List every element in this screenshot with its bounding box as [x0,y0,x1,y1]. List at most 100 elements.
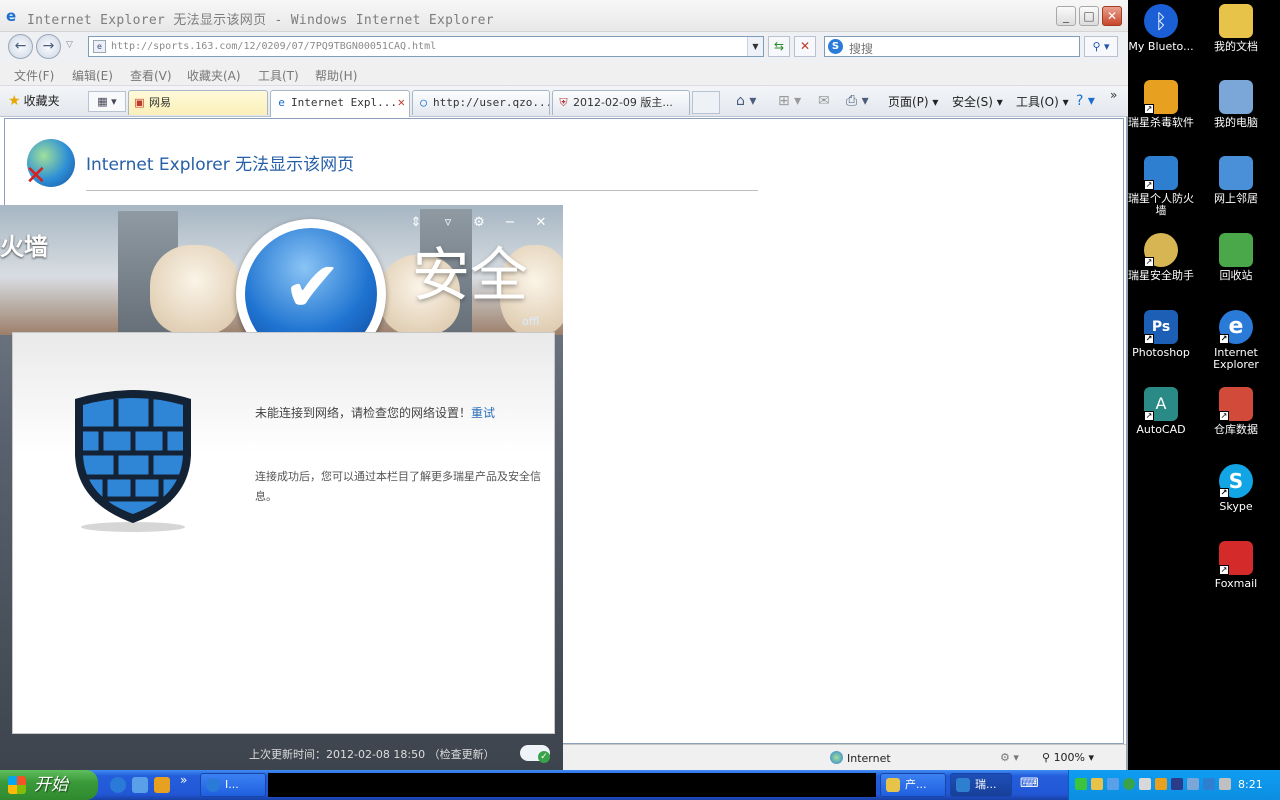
mail-icon[interactable]: ✉ [818,93,830,109]
desktop-icon-bluetooth[interactable]: ᛒ My Blueto... [1124,4,1198,53]
tray-volume-icon[interactable] [1139,778,1151,790]
quicklaunch-more-icon[interactable]: » [180,773,187,787]
minimize-icon[interactable]: − [502,215,518,231]
url-field[interactable]: e http://sports.163.com/12/0209/07/7PQ9T… [88,36,764,57]
stop-button[interactable]: ✕ [794,36,816,57]
print-icon[interactable]: ⎙ ▾ [846,93,869,109]
task-ie[interactable]: I... [200,773,266,797]
desktop-icon-my-documents[interactable]: 我的文档 [1199,4,1273,53]
icon-label: 瑞星杀毒软件 [1128,116,1194,129]
menu-tools[interactable]: 工具(T) [258,67,299,84]
network-icon [1219,156,1253,190]
page-menu[interactable]: 页面(P) ▾ [888,93,938,110]
zoom-control[interactable]: ⚲ 100% ▾ [1042,751,1094,764]
close-icon[interactable]: ✕ [533,215,549,231]
chevron-more-icon[interactable]: » [1110,88,1117,102]
shortcut-arrow-icon: ↗ [1144,411,1154,421]
tray-network-icon[interactable] [1075,778,1087,790]
favorites-label: 收藏夹 [23,94,60,108]
pin-icon[interactable]: ⇕ [408,215,424,231]
tray-rising-icon[interactable] [1155,778,1167,790]
desktop-icon-rising-firewall[interactable]: ↗ 瑞星个人防火墙 [1124,156,1198,217]
icon-label: Foxmail [1214,577,1258,590]
tray-monitor-icon[interactable] [1187,778,1199,790]
gear-icon[interactable]: ⚙ [471,215,487,231]
ie-logo-icon: e [6,7,17,25]
url-dropdown-icon[interactable]: ▼ [747,37,763,56]
tab-qzone[interactable]: ◯ http://user.qzo... [412,90,550,115]
quicklaunch-ie-icon[interactable] [110,777,126,793]
help-icon[interactable]: ? ▾ [1076,93,1095,109]
home-icon[interactable]: ⌂ ▾ [736,93,756,109]
menu-favorites[interactable]: 收藏夹(A) [187,67,241,84]
tray-shield-icon[interactable] [1171,778,1183,790]
skype-icon: S ↗ [1219,464,1253,498]
quicklaunch-rising-icon[interactable] [154,777,170,793]
firewall-brand: 防火墙 [0,233,48,261]
tray-misc-icon[interactable] [1219,778,1231,790]
folder-task-icon [886,778,900,792]
connection-tip: 连接成功后，您可以通过本栏目了解更多瑞星产品及安全信息。 [255,470,541,503]
tab-ie-error[interactable]: e Internet Expl... ✕ [270,90,410,117]
shortcut-arrow-icon: ↗ [1144,334,1154,344]
desktop-icon-rising-assistant[interactable]: ↗ 瑞星安全助手 [1124,233,1198,282]
history-dropdown-icon[interactable]: ▽ [66,40,73,50]
desktop-icon-rising-antivirus[interactable]: ↗ 瑞星杀毒软件 [1124,80,1198,129]
ie-icon: e ↗ [1219,310,1253,344]
start-button[interactable]: 开始 [0,770,98,800]
desktop-icon-network[interactable]: 网上邻居 [1199,156,1273,205]
tab-netease[interactable]: ▣ 网易 [128,90,268,115]
desktop-icon-photoshop[interactable]: Ps ↗ Photoshop [1124,310,1198,359]
check-update-link[interactable]: （检查更新） [429,748,495,761]
desktop-icon-foxmail[interactable]: ↗ Foxmail [1199,541,1273,590]
back-button[interactable]: ← [8,34,33,59]
keyboard-icon[interactable]: ⌨ [1020,776,1039,791]
task-label: I... [225,778,239,791]
favorites-button[interactable]: ★ 收藏夹 [8,92,60,109]
menu-help[interactable]: 帮助(H) [315,67,357,84]
desktop-icon-autocad[interactable]: A ↗ AutoCAD [1124,387,1198,436]
tray-qq-icon[interactable] [1091,778,1103,790]
tab-forum[interactable]: ⛨ 2012-02-09 版主... [552,90,690,115]
quicklaunch-desktop-icon[interactable] [132,777,148,793]
safety-menu[interactable]: 安全(S) ▾ [952,93,1003,110]
search-field[interactable]: S 搜搜 [824,36,1080,57]
desktop-icon-warehouse-data[interactable]: ↗ 仓库数据 [1199,387,1273,436]
desktop-icon-skype[interactable]: S ↗ Skype [1199,464,1273,513]
maximize-button[interactable]: □ [1079,6,1099,26]
shortcut-arrow-icon: ↗ [1144,180,1154,190]
close-button[interactable]: ✕ [1102,6,1122,26]
tools-menu[interactable]: 工具(O) ▾ [1016,93,1069,110]
task-product[interactable]: 产... [880,773,946,797]
search-button[interactable]: ⚲ ▾ [1084,36,1118,57]
safety-menu-label: 安全(S) [952,95,993,109]
forward-button[interactable]: → [36,34,61,59]
minimize-button[interactable]: _ [1056,6,1076,26]
shortcut-arrow-icon: ↗ [1144,257,1154,267]
tray-firewall-icon[interactable] [1203,778,1215,790]
task-label: 瑞... [975,778,997,791]
title-bar[interactable]: e Internet Explorer 无法显示该网页 - Windows In… [0,0,1128,32]
menu-file[interactable]: 文件(F) [14,67,54,84]
soso-logo-icon: S [828,39,843,54]
desktop-icon-internet-explorer[interactable]: e ↗ Internet Explorer [1199,310,1273,371]
new-tab-button[interactable] [692,91,720,114]
retry-link[interactable]: 重试 [471,406,495,420]
menu-view[interactable]: 查看(V) [130,67,172,84]
close-tab-icon[interactable]: ✕ [398,91,405,114]
tray-wifi-icon[interactable] [1107,778,1119,790]
firewall-icon: ↗ [1144,156,1178,190]
menu-edit[interactable]: 编辑(E) [72,67,113,84]
security-zone[interactable]: Internet [830,751,891,765]
page-icon: e [93,40,106,53]
protected-mode-icon[interactable]: ⚙ ▾ [1000,751,1019,764]
menu-icon[interactable]: ▿ [440,215,456,231]
page-menu-label: 页面(P) [888,95,929,109]
desktop-icon-recycle-bin[interactable]: 回收站 [1199,233,1273,282]
quick-tabs-button[interactable]: ▦ ▾ [88,91,126,112]
feeds-icon[interactable]: ⊞ ▾ [778,93,801,109]
task-rising[interactable]: 瑞... [950,773,1012,797]
tray-check-icon[interactable] [1123,778,1135,790]
desktop-icon-my-computer[interactable]: 我的电脑 [1199,80,1273,129]
refresh-button[interactable]: ⇆ [768,36,790,57]
